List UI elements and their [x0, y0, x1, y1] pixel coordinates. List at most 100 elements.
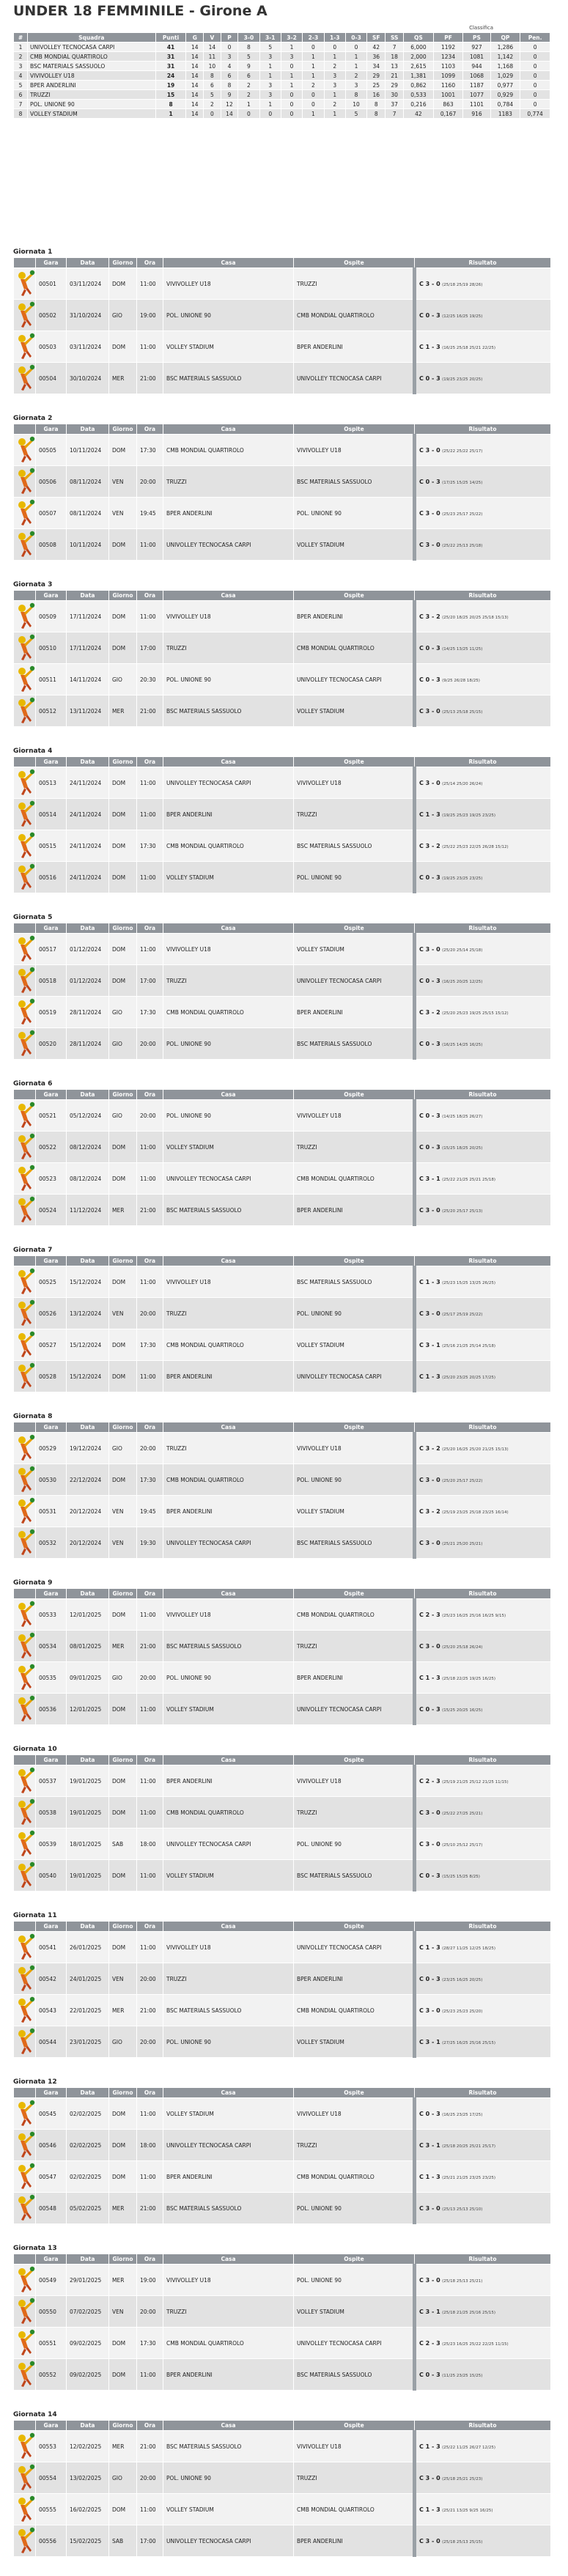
result-score: 1 - 3	[425, 343, 440, 350]
match-row[interactable]: 00504 30/10/2024 MER 21:00 BSC MATERIALS SAS…	[13, 362, 551, 394]
match-result: C 3 - 0 (25/22 25/13 25/18)	[413, 528, 551, 561]
match-row[interactable]: 00507 08/11/2024 VEN 19:45 BPER ANDERLINI POL…	[13, 497, 551, 529]
result-c-label: C	[419, 2371, 426, 2378]
match-result: C 3 - 0 (25/21 25/20 25/21)	[413, 1527, 551, 1559]
match-row[interactable]: 00518 01/12/2024 DOM 17:00 TRUZZI UNIVOLLEY T…	[13, 964, 551, 997]
match-row[interactable]: 00502 31/10/2024 GIO 19:00 POL. UNIONE 90 CMB…	[13, 299, 551, 331]
match-row[interactable]: 00501 03/11/2024 DOM 11:00 VIVIVOLLEY U18 TRU…	[13, 267, 551, 300]
match-row[interactable]: 00542 24/01/2025 VEN 20:00 TRUZZI BPER ANDERL…	[13, 1963, 551, 1995]
match-row[interactable]: 00515 24/11/2024 DOM 17:30 CMB MONDIAL QUART…	[13, 830, 551, 862]
match-day: DOM	[108, 1796, 137, 1828]
match-row[interactable]: 00510 17/11/2024 DOM 17:00 TRUZZI CMB MONDIAL…	[13, 632, 551, 664]
match-row[interactable]: 00524 11/12/2024 MER 21:00 BSC MATERIALS SAS…	[13, 1194, 551, 1226]
match-row[interactable]: 00549 29/01/2025 MER 19:00 VIVIVOLLEY U18 POL…	[13, 2264, 551, 2296]
result-score: 3 - 2	[425, 842, 440, 849]
result-sets: (25/17 25/19 25/22)	[442, 1312, 483, 1317]
match-row[interactable]: 00534 08/01/2025 MER 21:00 BSC MATERIALS SAS…	[13, 1630, 551, 1662]
match-time: 19:45	[136, 497, 163, 529]
result-score: 0 - 3	[425, 374, 440, 382]
match-row[interactable]: 00526 13/12/2024 VEN 20:00 TRUZZI POL. UNIONE…	[13, 1297, 551, 1329]
standings-team-name: CMB MONDIAL QUARTIROLO	[26, 51, 156, 62]
match-row[interactable]: 00536 12/01/2025 DOM 11:00 VOLLEY STADIUM UNI…	[13, 1693, 551, 1725]
match-row[interactable]: 00548 05/02/2025 MER 21:00 BSC MATERIALS SAS…	[13, 2192, 551, 2224]
match-row[interactable]: 00528 15/12/2024 DOM 11:00 BPER ANDERLINI UNI…	[13, 1360, 551, 1392]
match-number: 00555	[35, 2493, 67, 2525]
result-sets: (25/18 22/25 19/25 16/25)	[442, 1676, 496, 1681]
result-score: 3 - 2	[425, 1507, 440, 1515]
volleyball-player-icon	[13, 2097, 36, 2130]
match-row[interactable]: 00523 08/12/2024 DOM 11:00 UNIVOLLEY TECNOCA…	[13, 1162, 551, 1195]
match-row[interactable]: 00553 12/02/2025 MER 21:00 BSC MATERIALS SAS…	[13, 2430, 551, 2462]
result-score: 3 - 1	[425, 2141, 440, 2149]
match-row[interactable]: 00532 20/12/2024 VEN 19:30 UNIVOLLEY TECNOCA…	[13, 1527, 551, 1559]
standings-cell: 0,929	[490, 89, 521, 100]
match-number: 00532	[35, 1527, 67, 1559]
standings-cell: 14	[203, 42, 221, 52]
match-row[interactable]: 00516 24/11/2024 DOM 11:00 VOLLEY STADIUM POL…	[13, 861, 551, 893]
away-team: POL. UNIONE 90	[293, 861, 415, 893]
away-team: VIVIVOLLEY U18	[293, 2097, 415, 2130]
result-c-label: C	[419, 1444, 426, 1452]
match-row[interactable]: 00525 15/12/2024 DOM 11:00 VIVIVOLLEY U18 BSC…	[13, 1266, 551, 1298]
standings-cell: 5	[344, 108, 368, 119]
match-row[interactable]: 00531 20/12/2024 VEN 19:45 BPER ANDERLINI VOL…	[13, 1495, 551, 1527]
match-date: 28/11/2024	[66, 996, 109, 1028]
match-time: 20:00	[136, 1297, 163, 1329]
match-row[interactable]: 00530 22/12/2024 DOM 17:30 CMB MONDIAL QUART…	[13, 1464, 551, 1496]
volleyball-player-icon	[13, 933, 36, 965]
matches-header-cell	[13, 1422, 36, 1433]
match-row[interactable]: 00539 18/01/2025 SAB 18:00 UNIVOLLEY TECNOCA…	[13, 1828, 551, 1860]
match-date: 31/10/2024	[66, 299, 109, 331]
match-date: 29/01/2025	[66, 2264, 109, 2296]
match-row[interactable]: 00544 23/01/2025 GIO 20:00 POL. UNIONE 90 VOL…	[13, 2026, 551, 2058]
match-row[interactable]: 00513 24/11/2024 DOM 11:00 UNIVOLLEY TECNOCA…	[13, 767, 551, 799]
match-time: 11:00	[136, 1131, 163, 1163]
match-row[interactable]: 00529 19/12/2024 GIO 20:00 TRUZZI VIVIVOLLEY …	[13, 1432, 551, 1464]
match-row[interactable]: 00547 02/02/2025 DOM 11:00 BPER ANDERLINI CMB…	[13, 2160, 551, 2193]
matches-header-cell: Gara	[35, 1255, 67, 1266]
match-day: DOM	[108, 1693, 137, 1725]
result-c-label: C	[419, 707, 426, 715]
match-row[interactable]: 00520 28/11/2024 GIO 20:00 POL. UNIONE 90 BSC…	[13, 1027, 551, 1060]
match-row[interactable]: 00550 07/02/2025 VEN 20:00 TRUZZI VOLLEY STAD…	[13, 2295, 551, 2328]
match-row[interactable]: 00514 24/11/2024 DOM 11:00 BPER ANDERLINI TRU…	[13, 798, 551, 830]
match-row[interactable]: 00522 08/12/2024 DOM 11:00 VOLLEY STADIUM TRU…	[13, 1131, 551, 1163]
match-row[interactable]: 00517 01/12/2024 DOM 11:00 VIVIVOLLEY U18 VOL…	[13, 933, 551, 965]
match-row[interactable]: 00505 10/11/2024 DOM 17:30 CMB MONDIAL QUART…	[13, 434, 551, 466]
match-row[interactable]: 00512 13/11/2024 MER 21:00 BSC MATERIALS SAS…	[13, 695, 551, 727]
match-row[interactable]: 00503 03/11/2024 DOM 11:00 VOLLEY STADIUM BPE…	[13, 331, 551, 363]
match-row[interactable]: 00555 16/02/2025 DOM 11:00 VOLLEY STADIUM CMB…	[13, 2493, 551, 2525]
match-row[interactable]: 00508 10/11/2024 DOM 11:00 UNIVOLLEY TECNOCA…	[13, 528, 551, 561]
match-row[interactable]: 00538 19/01/2025 DOM 11:00 CMB MONDIAL QUART…	[13, 1796, 551, 1828]
standings-cell: 19	[155, 80, 187, 90]
result-c-label: C	[419, 280, 426, 287]
match-number: 00543	[35, 1994, 67, 2026]
match-row[interactable]: 00521 05/12/2024 GIO 20:00 POL. UNIONE 90 VIV…	[13, 1099, 551, 1132]
match-row[interactable]: 00519 28/11/2024 GIO 17:30 CMB MONDIAL QUART…	[13, 996, 551, 1028]
match-row[interactable]: 00554 13/02/2025 GIO 20:00 POL. UNIONE 90 TRU…	[13, 2462, 551, 2494]
match-row[interactable]: 00509 17/11/2024 DOM 11:00 VIVIVOLLEY U18 BPE…	[13, 600, 551, 632]
match-row[interactable]: 00541 26/01/2025 DOM 11:00 VIVIVOLLEY U18 UNI…	[13, 1931, 551, 1963]
match-number: 00514	[35, 798, 67, 830]
match-row[interactable]: 00551 09/02/2025 DOM 17:30 CMB MONDIAL QUART…	[13, 2327, 551, 2359]
match-row[interactable]: 00511 14/11/2024 GIO 20:30 POL. UNIONE 90 UNI…	[13, 663, 551, 695]
match-row[interactable]: 00543 22/01/2025 MER 21:00 BSC MATERIALS SAS…	[13, 1994, 551, 2026]
match-row[interactable]: 00540 19/01/2025 DOM 11:00 VOLLEY STADIUM BSC…	[13, 1859, 551, 1892]
match-row[interactable]: 00535 09/01/2025 GIO 20:00 POL. UNIONE 90 BPE…	[13, 1661, 551, 1694]
match-time: 11:00	[136, 2493, 163, 2525]
home-team: POL. UNIONE 90	[163, 1027, 294, 1060]
match-row[interactable]: 00527 15/12/2024 DOM 17:30 CMB MONDIAL QUART…	[13, 1329, 551, 1361]
matches-header-cell: Ora	[136, 2420, 163, 2431]
match-row[interactable]: 00556 15/02/2025 SAB 17:00 UNIVOLLEY TECNOCA…	[13, 2525, 551, 2557]
match-row[interactable]: 00552 09/02/2025 DOM 11:00 BPER ANDERLINI BSC…	[13, 2358, 551, 2391]
match-number: 00504	[35, 362, 67, 394]
match-row[interactable]: 00506 08/11/2024 VEN 20:00 TRUZZI BSC MATERIA…	[13, 465, 551, 498]
match-row[interactable]: 00533 12/01/2025 DOM 11:00 VIVIVOLLEY U18 CMB…	[13, 1598, 551, 1631]
match-row[interactable]: 00537 19/01/2025 DOM 11:00 BPER ANDERLINI VIV…	[13, 1765, 551, 1797]
match-time: 11:00	[136, 2358, 163, 2391]
match-row[interactable]: 00545 02/02/2025 DOM 11:00 VOLLEY STADIUM VIV…	[13, 2097, 551, 2130]
matches-header-cell: Giorno	[108, 424, 137, 435]
match-date: 13/11/2024	[66, 695, 109, 727]
match-day: GIO	[108, 1432, 137, 1464]
match-row[interactable]: 00546 02/02/2025 DOM 18:00 UNIVOLLEY TECNOCA…	[13, 2129, 551, 2161]
